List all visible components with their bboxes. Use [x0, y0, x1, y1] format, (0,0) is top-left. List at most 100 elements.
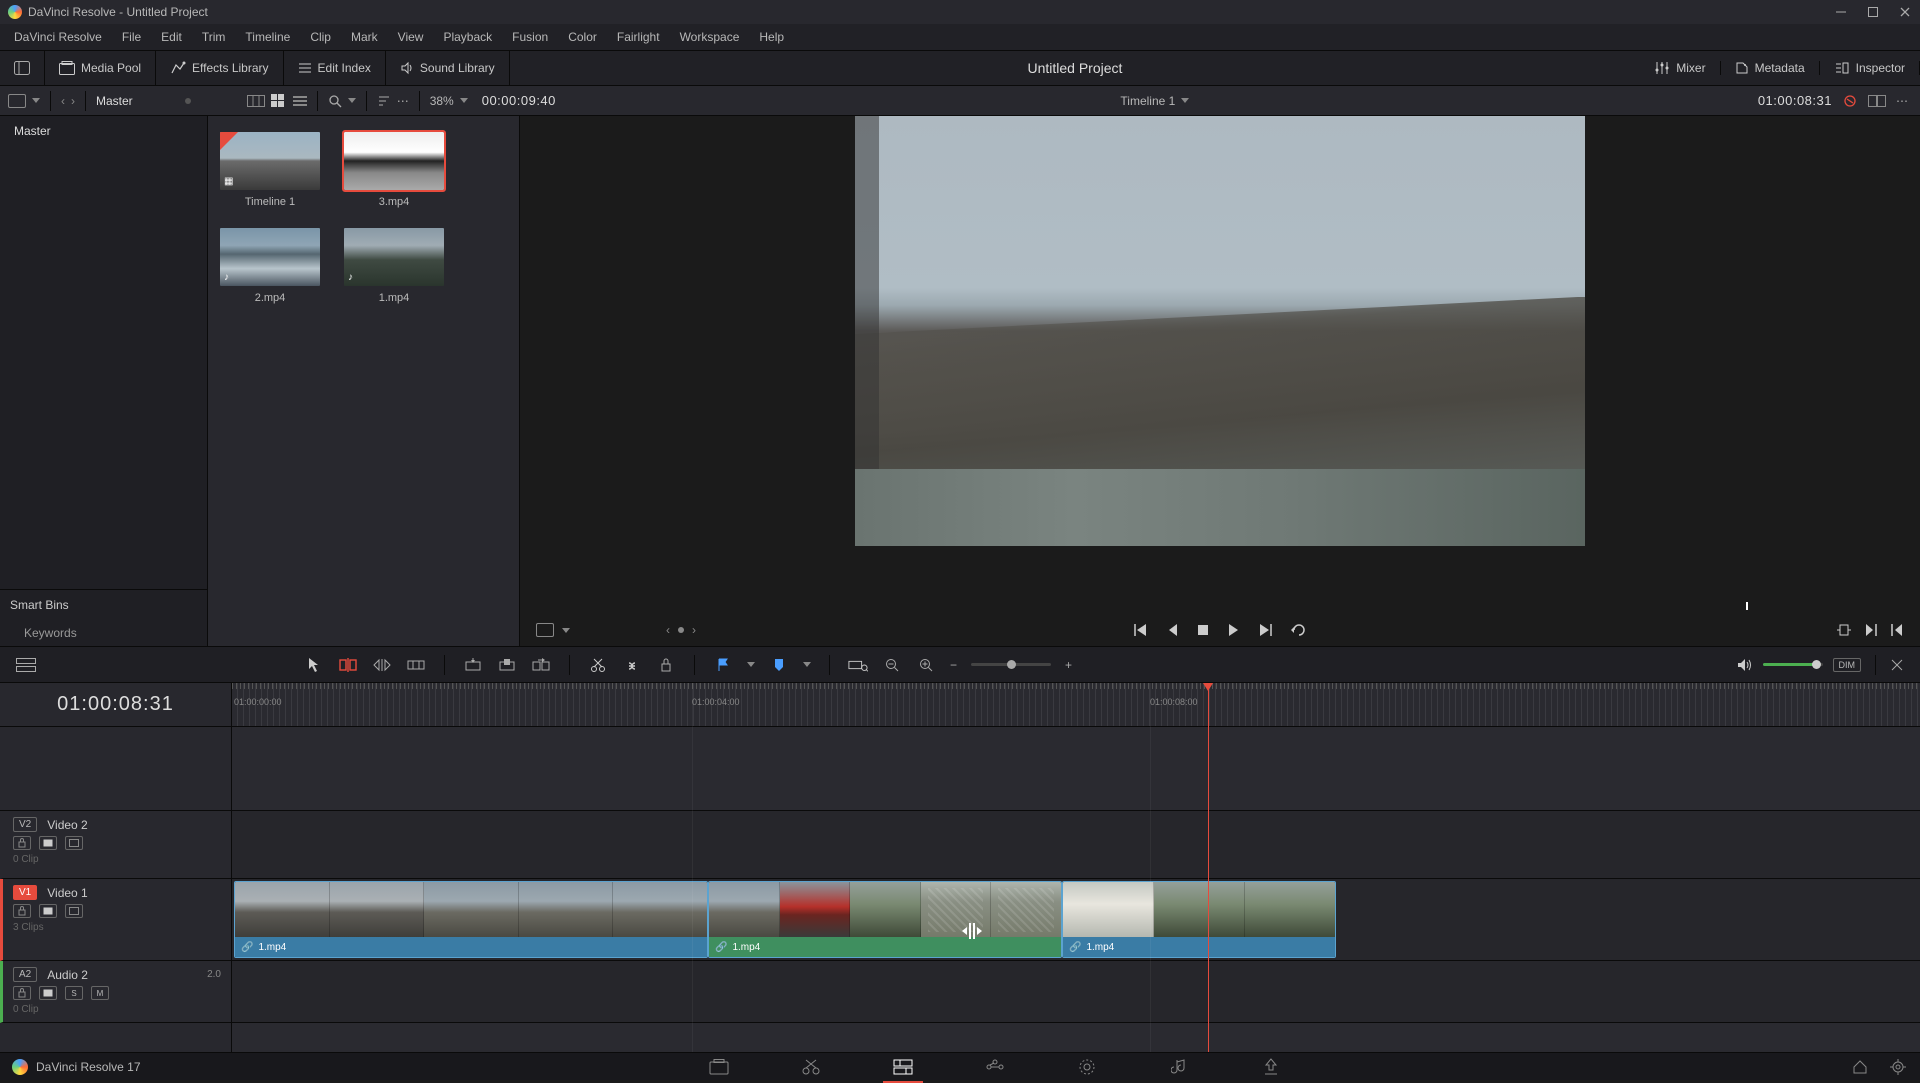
- media-page[interactable]: [709, 1057, 729, 1077]
- zoom-in[interactable]: +: [1065, 658, 1072, 672]
- menu-workspace[interactable]: Workspace: [670, 26, 750, 48]
- color-page[interactable]: [1077, 1057, 1097, 1077]
- close-button[interactable]: [1898, 5, 1912, 19]
- inspector-button[interactable]: Inspector: [1834, 61, 1905, 75]
- position-lock[interactable]: [848, 655, 868, 675]
- match-frame[interactable]: [1836, 624, 1852, 636]
- nav-back[interactable]: ‹: [61, 94, 65, 108]
- marker-tool[interactable]: [769, 655, 789, 675]
- effects-library-button[interactable]: Effects Library: [170, 61, 268, 75]
- track-mute-v2[interactable]: [65, 836, 83, 850]
- overwrite-clip[interactable]: [497, 655, 517, 675]
- timeline-timecode[interactable]: 01:00:08:31: [57, 693, 174, 716]
- volume-slider[interactable]: [1763, 663, 1823, 666]
- media-item[interactable]: ▦Timeline 1: [220, 132, 320, 208]
- bypass-icon[interactable]: [1842, 94, 1858, 108]
- playhead[interactable]: [1208, 683, 1209, 1052]
- menu-clip[interactable]: Clip: [300, 26, 341, 48]
- more-options-icon[interactable]: ⋯: [1896, 94, 1908, 108]
- menu-edit[interactable]: Edit: [151, 26, 192, 48]
- timeline-view-options[interactable]: [16, 655, 36, 675]
- mute-icon[interactable]: [1890, 658, 1904, 672]
- timeline-clip[interactable]: 🔗1.mp4: [234, 881, 708, 958]
- metadata-button[interactable]: Metadata: [1735, 61, 1805, 75]
- blade-edit[interactable]: [588, 655, 608, 675]
- track-head-v2[interactable]: V2 Video 2 0 Clip: [0, 811, 231, 879]
- record-timecode[interactable]: 01:00:08:31: [1758, 93, 1832, 108]
- marker-dropdown[interactable]: [803, 662, 811, 667]
- flag-tool[interactable]: [713, 655, 733, 675]
- viewer-image[interactable]: [855, 116, 1585, 546]
- play-button[interactable]: [1227, 623, 1239, 637]
- go-to-start[interactable]: [1133, 623, 1149, 637]
- edit-index-button[interactable]: Edit Index: [298, 61, 371, 75]
- menu-view[interactable]: View: [388, 26, 434, 48]
- fairlight-page[interactable]: [1169, 1057, 1189, 1077]
- zoom-dropdown[interactable]: [460, 98, 468, 103]
- bin-view-icon[interactable]: [8, 94, 26, 108]
- minimize-button[interactable]: [1834, 5, 1848, 19]
- menu-davinciresolve[interactable]: DaVinci Resolve: [4, 26, 112, 48]
- next-edit[interactable]: ›: [692, 623, 696, 637]
- menu-file[interactable]: File: [112, 26, 151, 48]
- smart-bins-header[interactable]: Smart Bins: [0, 590, 207, 620]
- home-icon[interactable]: [1850, 1057, 1870, 1077]
- zoom-out[interactable]: −: [950, 658, 957, 672]
- settings-icon[interactable]: [1888, 1057, 1908, 1077]
- menu-help[interactable]: Help: [749, 26, 794, 48]
- timeline-clip[interactable]: 🔗1.mp4: [1062, 881, 1336, 958]
- media-item[interactable]: ♪1.mp4: [344, 228, 444, 304]
- cut-page[interactable]: [801, 1057, 821, 1077]
- expand-icon[interactable]: [14, 61, 30, 75]
- trim-tool[interactable]: [338, 655, 358, 675]
- volume-icon[interactable]: [1737, 658, 1753, 672]
- zoom-in-search[interactable]: [916, 655, 936, 675]
- flag-dropdown[interactable]: [747, 662, 755, 667]
- lock-toggle[interactable]: [656, 655, 676, 675]
- selection-tool[interactable]: [304, 655, 324, 675]
- menu-fairlight[interactable]: Fairlight: [607, 26, 670, 48]
- smart-bin-keywords[interactable]: Keywords: [0, 620, 207, 646]
- jump-next[interactable]: [1864, 623, 1878, 637]
- lane-v2[interactable]: [232, 811, 1920, 879]
- fusion-page[interactable]: [985, 1057, 1005, 1077]
- search-dropdown[interactable]: [348, 98, 356, 103]
- sort-icon[interactable]: [377, 94, 391, 108]
- link-toggle[interactable]: [622, 655, 642, 675]
- track-id-v1[interactable]: V1: [13, 885, 37, 900]
- media-item[interactable]: 3.mp4: [344, 132, 444, 208]
- menu-playback[interactable]: Playback: [433, 26, 502, 48]
- more-icon[interactable]: ⋯: [397, 94, 409, 108]
- track-lock-a2[interactable]: [13, 986, 31, 1000]
- track-arm-a2[interactable]: [39, 986, 57, 1000]
- deliver-page[interactable]: [1261, 1057, 1281, 1077]
- chevron-down-icon[interactable]: [32, 98, 40, 103]
- track-enable-v2[interactable]: [39, 836, 57, 850]
- viewer-mode-dropdown[interactable]: [562, 628, 570, 633]
- viewer-scrubber[interactable]: [528, 598, 1912, 614]
- menu-fusion[interactable]: Fusion: [502, 26, 558, 48]
- track-mute-v1[interactable]: [65, 904, 83, 918]
- filmstrip-view[interactable]: [247, 95, 265, 107]
- timeline-clip[interactable]: 🔗1.mp4: [708, 881, 1062, 958]
- loop-button[interactable]: [1291, 623, 1307, 637]
- menu-trim[interactable]: Trim: [192, 26, 236, 48]
- list-view[interactable]: [293, 96, 307, 106]
- lane-a2[interactable]: [232, 961, 1920, 1023]
- go-to-end[interactable]: [1257, 623, 1273, 637]
- insert-clip[interactable]: [463, 655, 483, 675]
- media-pool-button[interactable]: Media Pool: [59, 61, 141, 75]
- timeline-dropdown[interactable]: [1181, 98, 1189, 103]
- stop-button[interactable]: [1197, 624, 1209, 636]
- sound-library-button[interactable]: Sound Library: [400, 61, 495, 75]
- dynamic-trim-tool[interactable]: [372, 655, 392, 675]
- track-lock-v2[interactable]: [13, 836, 31, 850]
- zoom-percent[interactable]: 38%: [430, 94, 454, 108]
- viewer-mode-icon[interactable]: [536, 623, 554, 637]
- prev-edit[interactable]: ‹: [666, 623, 670, 637]
- edit-page[interactable]: [893, 1057, 913, 1077]
- track-head-a2[interactable]: A2 Audio 2 2.0 S M 0 Clip: [0, 961, 231, 1023]
- grid-view[interactable]: [271, 94, 287, 108]
- track-id-v2[interactable]: V2: [13, 817, 37, 832]
- blade-tool[interactable]: [406, 655, 426, 675]
